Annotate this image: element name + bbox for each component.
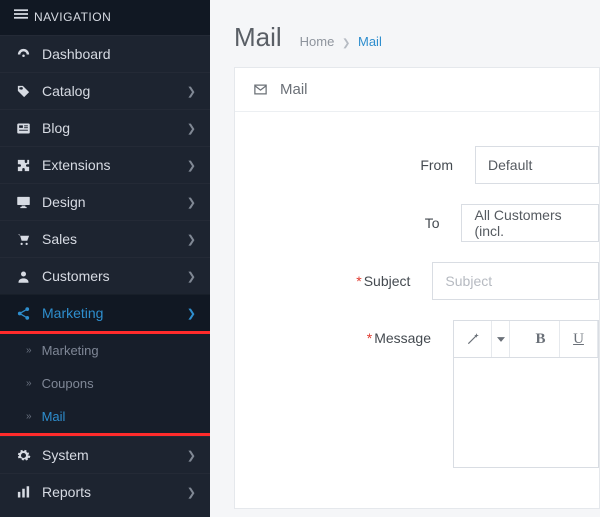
sidebar-item-sales[interactable]: Sales ❯ [0, 220, 210, 257]
sidebar-item-label: System [42, 447, 187, 463]
envelope-icon [253, 82, 268, 97]
breadcrumb-current[interactable]: Mail [358, 34, 382, 49]
sidebar-item-label: Customers [42, 268, 187, 284]
sidebar-item-label: Reports [42, 484, 187, 500]
form-row-message: *Message B U [235, 310, 599, 478]
sidebar-item-marketing[interactable]: Marketing ❯ [0, 294, 210, 331]
form-row-subject: *Subject [235, 252, 599, 310]
sidebar-item-label: Dashboard [42, 46, 196, 62]
desktop-icon [14, 195, 32, 210]
breadcrumb-home[interactable]: Home [300, 34, 335, 49]
form-row-to: To All Customers (incl. [235, 194, 599, 252]
editor-bold-button[interactable]: B [522, 321, 560, 357]
chevron-double-icon: » [26, 378, 32, 389]
tag-icon [14, 84, 32, 99]
sidebar-item-system[interactable]: System ❯ [0, 436, 210, 473]
subnav-item-marketing[interactable]: » Marketing [0, 334, 210, 367]
chevron-double-icon: » [26, 411, 32, 422]
panel-body: From Default To All Customers (incl. *S [235, 112, 599, 508]
editor-underline-button[interactable]: U [560, 321, 598, 357]
sidebar-item-customers[interactable]: Customers ❯ [0, 257, 210, 294]
editor-magic-button[interactable] [454, 321, 492, 357]
sidebar-item-label: Blog [42, 120, 187, 136]
message-label: *Message [235, 320, 453, 346]
page-title: Mail [234, 22, 282, 53]
chevron-double-icon: » [26, 345, 32, 356]
puzzle-icon [14, 158, 32, 173]
subject-label: *Subject [235, 273, 432, 289]
chevron-right-icon: ❯ [187, 449, 196, 462]
chevron-right-icon: ❯ [187, 85, 196, 98]
editor-dropdown-button[interactable] [492, 321, 510, 357]
chevron-right-icon: ❯ [187, 159, 196, 172]
nav-header-label: NAVIGATION [34, 0, 111, 35]
subnav-item-mail[interactable]: » Mail [0, 400, 210, 433]
sidebar-item-reports[interactable]: Reports ❯ [0, 473, 210, 510]
panel-title: Mail [280, 81, 308, 98]
chevron-right-icon: ❯ [187, 307, 196, 320]
form-row-from: From Default [235, 136, 599, 194]
sidebar-item-extensions[interactable]: Extensions ❯ [0, 146, 210, 183]
message-editor[interactable] [453, 358, 599, 468]
dashboard-icon [14, 47, 32, 62]
sidebar-item-catalog[interactable]: Catalog ❯ [0, 72, 210, 109]
to-select[interactable]: All Customers (incl. [461, 204, 599, 242]
gear-icon [14, 448, 32, 463]
chevron-right-icon: ❯ [187, 122, 196, 135]
sidebar-item-dashboard[interactable]: Dashboard [0, 35, 210, 72]
newspaper-icon [14, 121, 32, 136]
from-select[interactable]: Default [475, 146, 599, 184]
required-asterisk: * [356, 273, 361, 289]
subnav-item-label: Coupons [42, 376, 94, 391]
chevron-right-icon: ❯ [342, 38, 350, 49]
sidebar-item-label: Sales [42, 231, 187, 247]
to-value: All Customers (incl. [474, 207, 586, 239]
from-value: Default [488, 157, 532, 173]
user-icon [14, 269, 32, 284]
subnav-item-label: Mail [42, 409, 66, 424]
share-icon [14, 306, 32, 321]
mail-panel: Mail From Default To All Customers (incl… [234, 67, 600, 509]
sidebar: NAVIGATION Dashboard Catalog ❯ Blog ❯ Ex… [0, 0, 210, 517]
page-header: Mail Home ❯ Mail [210, 0, 600, 67]
nav-header: NAVIGATION [0, 0, 210, 35]
sidebar-item-label: Design [42, 194, 187, 210]
chevron-right-icon: ❯ [187, 233, 196, 246]
to-label: To [235, 215, 461, 231]
breadcrumb: Home ❯ Mail [300, 34, 382, 49]
sidebar-item-label: Extensions [42, 157, 187, 173]
chevron-right-icon: ❯ [187, 486, 196, 499]
subject-input[interactable] [432, 262, 599, 300]
chevron-right-icon: ❯ [187, 270, 196, 283]
subnav-item-coupons[interactable]: » Coupons [0, 367, 210, 400]
cart-icon [14, 232, 32, 247]
from-label: From [235, 157, 475, 173]
required-asterisk: * [367, 330, 372, 346]
hamburger-icon [14, 0, 28, 35]
sidebar-item-design[interactable]: Design ❯ [0, 183, 210, 220]
sidebar-item-label: Marketing [42, 305, 187, 321]
sidebar-item-blog[interactable]: Blog ❯ [0, 109, 210, 146]
bar-chart-icon [14, 485, 32, 500]
panel-header: Mail [235, 68, 599, 112]
editor-toolbar: B U [453, 320, 599, 358]
subnav-item-label: Marketing [42, 343, 99, 358]
main-content: Mail Home ❯ Mail Mail From Default [210, 0, 600, 517]
sidebar-item-label: Catalog [42, 83, 187, 99]
subnav-marketing: » Marketing » Coupons » Mail [0, 334, 210, 433]
chevron-right-icon: ❯ [187, 196, 196, 209]
